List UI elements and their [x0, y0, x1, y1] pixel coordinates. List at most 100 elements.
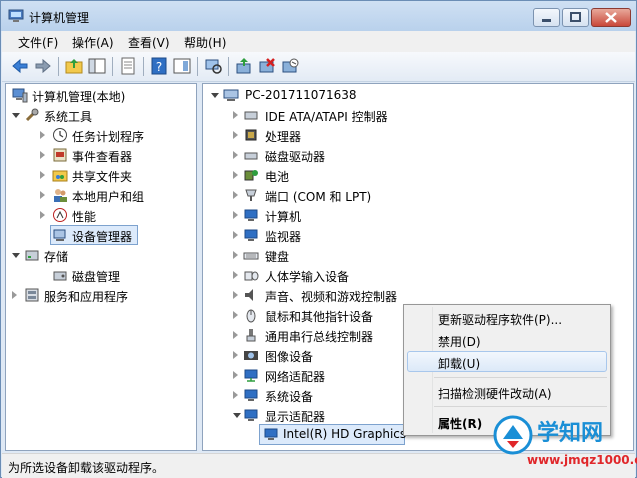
tree-node-label: 磁盘管理 — [72, 270, 121, 284]
tree-node-performance[interactable]: 性能 — [38, 206, 188, 226]
shared-folder-icon — [52, 170, 68, 182]
context-scan-hardware[interactable]: 扫描检测硬件改动(A) — [438, 385, 552, 402]
device-category-label: 人体学输入设备 — [265, 270, 350, 284]
menu-file[interactable]: 文件(F) — [18, 34, 58, 51]
camera-icon — [244, 351, 258, 360]
expand-triangle-icon[interactable] — [40, 131, 45, 139]
device-category-keyboards[interactable]: 键盘 — [231, 246, 531, 266]
tree-node-system-tools[interactable]: 系统工具 — [10, 106, 190, 126]
context-properties[interactable]: 属性(R) — [438, 415, 482, 432]
expand-triangle-icon[interactable] — [233, 171, 238, 179]
expand-triangle-icon[interactable] — [12, 113, 20, 118]
device-intel-hd-graphics[interactable]: Intel(R) HD Graphics — [261, 425, 406, 445]
expand-triangle-icon[interactable] — [233, 211, 238, 219]
expand-triangle-icon[interactable] — [233, 271, 238, 279]
tree-node-task-scheduler[interactable]: 任务计划程序 — [38, 126, 188, 146]
storage-icon — [25, 250, 39, 261]
speaker-icon — [245, 289, 253, 301]
expand-triangle-icon[interactable] — [211, 93, 219, 98]
scan-hardware-icon[interactable] — [203, 56, 223, 76]
tree-node-storage[interactable]: 存储 — [10, 246, 190, 266]
expand-triangle-icon[interactable] — [40, 171, 45, 179]
device-category-label: 端口 (COM 和 LPT) — [265, 190, 372, 204]
expand-triangle-icon[interactable] — [233, 251, 238, 259]
context-disable[interactable]: 禁用(D) — [438, 333, 481, 350]
properties-sheet-icon[interactable] — [118, 56, 138, 76]
context-update-driver[interactable]: 更新驱动程序软件(P)... — [438, 311, 562, 328]
expand-triangle-icon[interactable] — [233, 371, 238, 379]
device-category-mice[interactable]: 鼠标和其他指针设备 — [231, 306, 431, 326]
expand-triangle-icon[interactable] — [12, 253, 20, 258]
ide-controller-icon — [244, 111, 258, 120]
title-bar[interactable]: 计算机管理 — [1, 1, 636, 31]
close-icon — [605, 12, 617, 23]
expand-triangle-icon[interactable] — [40, 191, 45, 199]
expand-triangle-icon[interactable] — [12, 291, 17, 299]
tree-node-shared-folders[interactable]: 共享文件夹 — [38, 166, 188, 186]
device-category-display[interactable]: 显示适配器 — [231, 406, 431, 426]
expand-triangle-icon[interactable] — [233, 413, 241, 418]
minimize-button[interactable] — [533, 8, 560, 27]
console-tree-pane[interactable]: 计算机管理(本地) 系统工具 任务计划程序 事件查看器 共享文件夹 本地用户和组 — [5, 83, 197, 451]
device-category-network[interactable]: 网络适配器 — [231, 366, 431, 386]
watermark-url: www.jmqz1000.com — [527, 453, 637, 467]
device-category-ide[interactable]: IDE ATA/ATAPI 控制器 — [231, 106, 531, 126]
disable-device-icon[interactable] — [280, 56, 300, 76]
help-icon[interactable]: ? — [149, 56, 169, 76]
clock-icon — [53, 128, 67, 142]
expand-triangle-icon[interactable] — [233, 291, 238, 299]
tree-node-label: 事件查看器 — [72, 150, 133, 164]
expand-triangle-icon[interactable] — [40, 151, 45, 159]
device-category-usb[interactable]: 通用串行总线控制器 — [231, 326, 431, 346]
expand-triangle-icon[interactable] — [233, 191, 238, 199]
device-category-label: 显示适配器 — [265, 410, 326, 424]
tree-node-event-viewer[interactable]: 事件查看器 — [38, 146, 188, 166]
up-folder-icon[interactable] — [64, 56, 84, 76]
device-category-label: 通用串行总线控制器 — [265, 330, 374, 344]
expand-triangle-icon[interactable] — [233, 331, 238, 339]
uninstall-device-icon[interactable] — [257, 56, 277, 76]
device-category-system[interactable]: 系统设备 — [231, 386, 431, 406]
menu-help[interactable]: 帮助(H) — [184, 34, 226, 51]
menu-view[interactable]: 查看(V) — [128, 34, 170, 51]
device-category-monitors[interactable]: 监视器 — [231, 226, 531, 246]
tree-node-services[interactable]: 服务和应用程序 — [10, 286, 190, 306]
device-category-label: 处理器 — [265, 130, 302, 144]
device-category-label: 鼠标和其他指针设备 — [265, 310, 374, 324]
device-category-ports[interactable]: 端口 (COM 和 LPT) — [231, 186, 531, 206]
expand-triangle-icon[interactable] — [233, 231, 238, 239]
expand-triangle-icon[interactable] — [233, 111, 238, 119]
disk-management-icon — [53, 271, 67, 281]
tree-node-disk-management[interactable]: 磁盘管理 — [38, 266, 188, 286]
context-uninstall[interactable]: 卸载(U) — [438, 355, 480, 372]
device-category-computer[interactable]: 计算机 — [231, 206, 531, 226]
maximize-button[interactable] — [562, 8, 589, 27]
tree-node-device-manager[interactable]: 设备管理器 — [38, 226, 188, 246]
device-category-processor[interactable]: 处理器 — [231, 126, 531, 146]
expand-triangle-icon[interactable] — [40, 211, 45, 219]
device-category-disk-drives[interactable]: 磁盘驱动器 — [231, 146, 531, 166]
toolbar-separator — [228, 57, 229, 76]
menu-action[interactable]: 操作(A) — [72, 34, 114, 51]
show-hide-tree-icon[interactable] — [87, 56, 107, 76]
device-category-imaging[interactable]: 图像设备 — [231, 346, 431, 366]
tree-node-root[interactable]: 计算机管理(本地) — [10, 86, 190, 106]
close-button[interactable] — [591, 8, 631, 27]
forward-arrow-icon[interactable] — [33, 56, 53, 76]
device-category-battery[interactable]: 电池 — [231, 166, 531, 186]
update-driver-icon[interactable] — [234, 56, 254, 76]
tree-node-label: 服务和应用程序 — [44, 290, 129, 304]
device-category-sound[interactable]: 声音、视频和游戏控制器 — [231, 286, 531, 306]
expand-triangle-icon[interactable] — [233, 351, 238, 359]
device-tree-root[interactable]: PC-201711071638 — [209, 86, 509, 106]
device-category-hid[interactable]: 人体学输入设备 — [231, 266, 531, 286]
action-pane-icon[interactable] — [172, 56, 192, 76]
expand-triangle-icon[interactable] — [233, 131, 238, 139]
device-category-label: 电池 — [265, 170, 290, 184]
device-category-label: 监视器 — [265, 230, 302, 244]
tree-node-local-users[interactable]: 本地用户和组 — [38, 186, 188, 206]
expand-triangle-icon[interactable] — [233, 311, 238, 319]
expand-triangle-icon[interactable] — [233, 391, 238, 399]
expand-triangle-icon[interactable] — [233, 151, 238, 159]
back-arrow-icon[interactable] — [10, 56, 30, 76]
